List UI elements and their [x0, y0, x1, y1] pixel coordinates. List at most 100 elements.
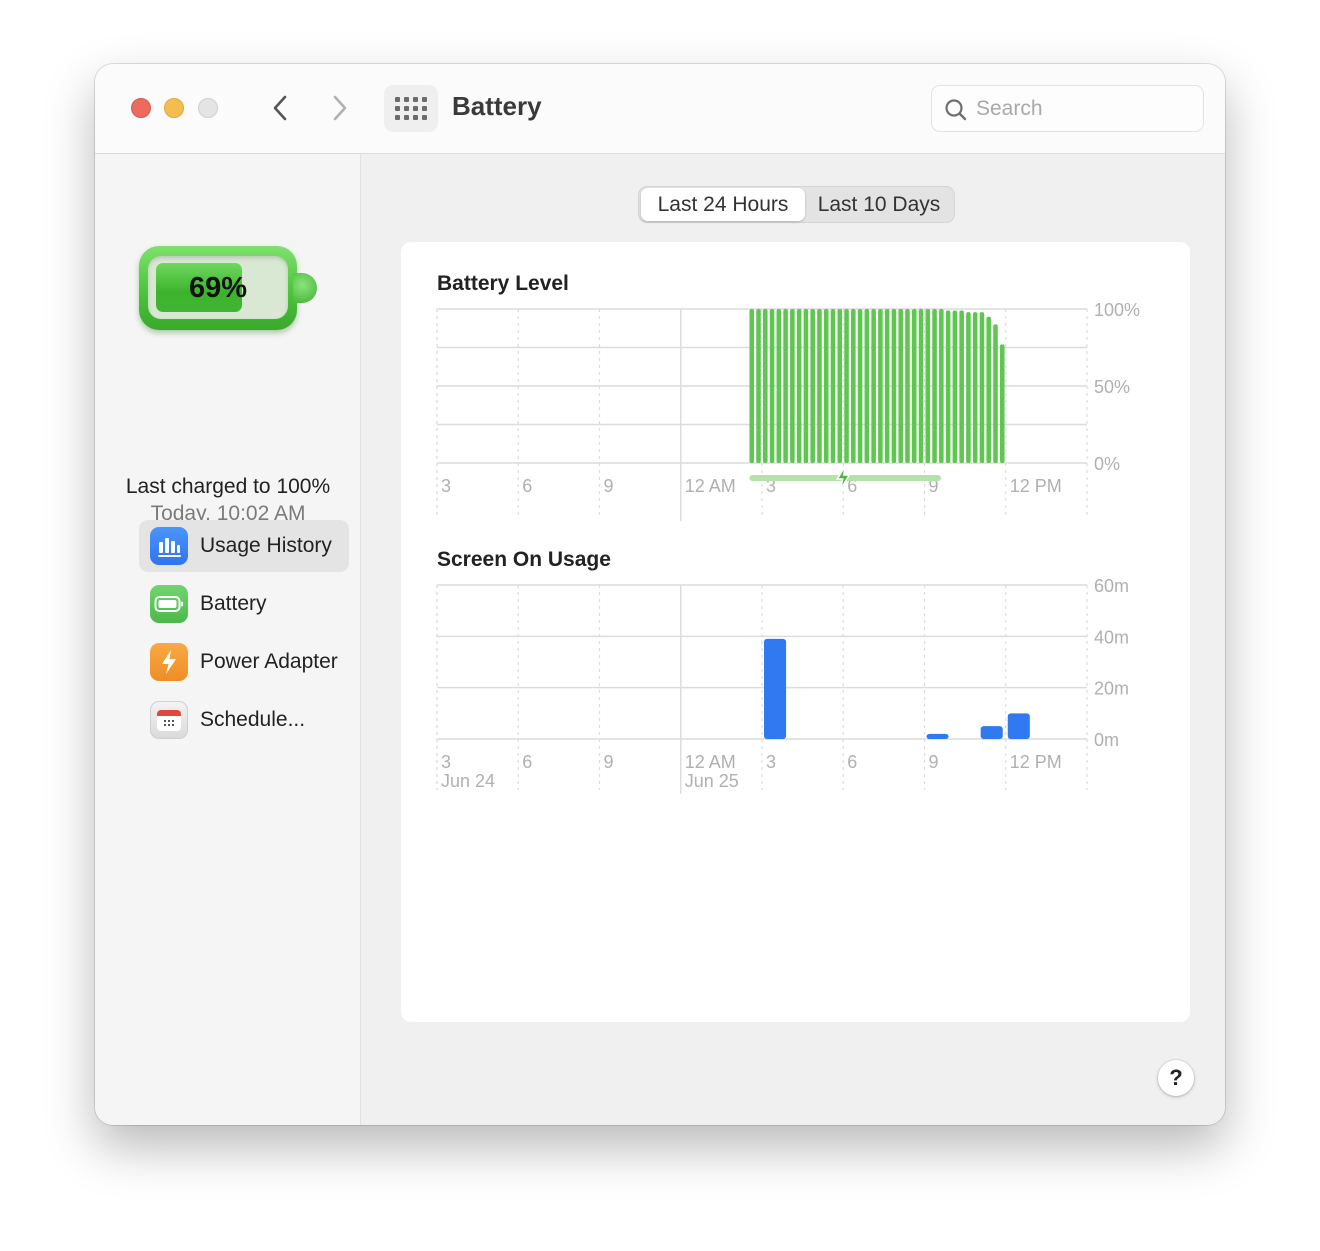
back-button[interactable] [265, 92, 295, 124]
y-tick-label: 50% [1094, 377, 1130, 397]
battery-level-bar [878, 309, 883, 463]
app-grid-icon [395, 97, 427, 120]
x-tick-label: 3 [441, 476, 451, 496]
y-tick-label: 0m [1094, 730, 1119, 750]
battery-level-bar [884, 309, 890, 463]
battery-level-bar [918, 309, 924, 463]
battery-level-bar [891, 309, 897, 463]
minimize-button[interactable] [164, 98, 184, 118]
sidebar-item-label: Usage History [200, 534, 332, 557]
battery-level-bar [776, 309, 782, 463]
battery-level-bar [905, 309, 910, 463]
battery-level-bar [864, 309, 870, 463]
battery-level-bar [857, 309, 863, 463]
battery-level-bar [844, 309, 849, 463]
x-tick-label: 6 [522, 752, 532, 772]
y-tick-label: 40m [1094, 627, 1129, 647]
battery-level-bar [993, 324, 998, 463]
search-input[interactable] [976, 94, 1196, 124]
show-all-button[interactable] [384, 85, 438, 132]
sidebar-item-schedule[interactable]: Schedule... [139, 694, 349, 746]
battery-level-bar [959, 310, 964, 463]
battery-level-bar [871, 309, 876, 463]
x-tick-label: 12 PM [1010, 752, 1062, 772]
battery-level-bar [756, 309, 761, 463]
bar-chart-icon [150, 527, 188, 565]
date-label: Jun 25 [685, 771, 739, 791]
x-tick-label: 9 [929, 752, 939, 772]
search-icon [945, 99, 967, 121]
calendar-icon [150, 701, 188, 739]
date-label: Jun 24 [441, 771, 495, 791]
battery-level-bar [823, 309, 829, 463]
battery-level-bar [749, 309, 755, 463]
screen-usage-bar [764, 638, 787, 739]
x-tick-label: 3 [766, 752, 776, 772]
chevron-left-icon [273, 95, 287, 121]
battery-level-bar [939, 309, 944, 463]
system-settings-window: Battery 69% Last charged to 100% Today, … [95, 64, 1225, 1125]
x-tick-label: 9 [604, 752, 614, 772]
window-title: Battery [452, 91, 542, 121]
battery-level-bar [979, 312, 985, 463]
sidebar-item-power-adapter[interactable]: Power Adapter [139, 636, 349, 688]
battery-level-bar [783, 309, 788, 463]
x-tick-label: 9 [604, 476, 614, 496]
battery-level-bar [803, 309, 809, 463]
sidebar: 69% Last charged to 100% Today, 10:02 AM… [95, 154, 361, 1125]
x-tick-label: 12 AM [685, 752, 736, 772]
close-button[interactable] [131, 98, 151, 118]
battery-level-bar [952, 310, 958, 463]
battery-level-bar [830, 309, 836, 463]
battery-level-bar [817, 309, 822, 463]
battery-status-graphic: 69% [139, 246, 319, 334]
search-field[interactable] [931, 85, 1204, 132]
sidebar-item-label: Power Adapter [200, 650, 338, 673]
battery-level-bar [932, 309, 937, 463]
battery-level-bar [898, 309, 903, 463]
battery-level-bar [763, 309, 768, 463]
time-range-segmented-control: Last 24 Hours Last 10 Days [638, 186, 955, 223]
sidebar-item-label: Schedule... [200, 708, 306, 731]
x-tick-label: 6 [847, 752, 857, 772]
battery-level-bar [999, 344, 1005, 463]
screen-on-usage-chart: 3 6 9 12 AM 3 6 9 12 PM 60m 40m 20m 0m Jun 24 Jun 25 [436, 576, 1129, 794]
sidebar-item-battery[interactable]: Battery [139, 578, 349, 630]
battery-level-bar [945, 310, 951, 463]
battery-level-bar [796, 309, 802, 463]
screen-usage-bar [1007, 713, 1030, 739]
zoom-button[interactable] [198, 98, 218, 118]
x-tick-label: 12 PM [1010, 476, 1062, 496]
y-tick-label: 60m [1094, 576, 1129, 596]
sidebar-item-usage-history[interactable]: Usage History [139, 520, 349, 572]
battery-level-bar [986, 316, 992, 463]
help-button[interactable]: ? [1158, 1060, 1194, 1096]
title-bar: Battery [95, 64, 1225, 154]
battery-level-chart: 3 6 9 12 AM 3 6 9 12 PM100%50%0% [436, 300, 1140, 521]
screen-usage-bar [980, 726, 1003, 739]
last-charged-label: Last charged to 100% [125, 475, 331, 498]
battery-icon [150, 585, 188, 623]
forward-button[interactable] [325, 92, 355, 124]
y-tick-label: 20m [1094, 679, 1129, 699]
battery-level-bar [925, 309, 931, 463]
y-tick-label: 100% [1094, 300, 1140, 320]
battery-level-bar [837, 309, 843, 463]
battery-level-bar [851, 309, 856, 463]
y-tick-label: 0% [1094, 454, 1120, 474]
battery-level-bar [790, 309, 795, 463]
lightning-icon [150, 643, 188, 681]
battery-level-bar [810, 309, 815, 463]
sidebar-item-label: Battery [200, 592, 267, 615]
battery-level-bar [966, 312, 971, 463]
x-tick-label: 3 [441, 752, 451, 772]
battery-percent: 69% [188, 271, 248, 304]
tab-last-24-hours[interactable]: Last 24 Hours [641, 188, 805, 221]
usage-charts-card: Battery Level 3 6 9 12 AM 3 6 9 12 PM 100% 50% 0% … [401, 242, 1190, 1022]
main-pane: Last 24 Hours Last 10 Days Battery Level… [362, 154, 1225, 1125]
x-tick-label: 6 [522, 476, 532, 496]
chevron-right-icon [333, 95, 347, 121]
battery-level-bar [769, 309, 775, 463]
tab-last-10-days[interactable]: Last 10 Days [805, 188, 953, 221]
battery-level-bar [911, 309, 917, 463]
